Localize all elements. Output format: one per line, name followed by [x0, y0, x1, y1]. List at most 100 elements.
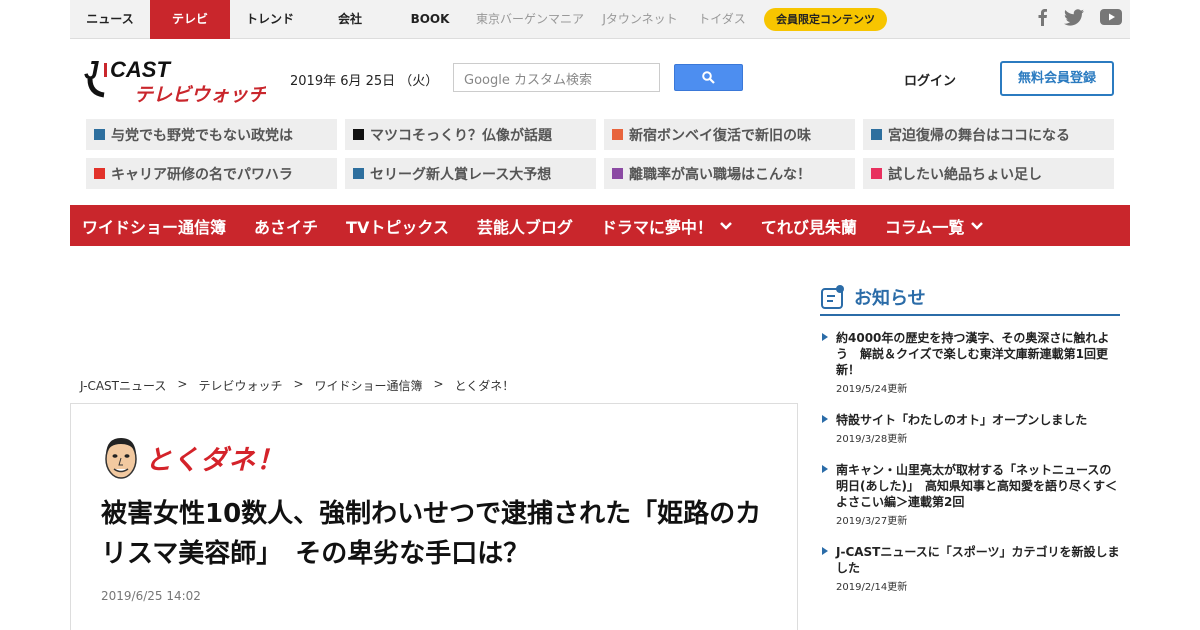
- notice-item-date: 2019/3/28更新: [836, 434, 908, 445]
- menu-item-label: ドラマに夢中！: [600, 217, 713, 237]
- breadcrumb-separator: >: [433, 377, 444, 391]
- notice-item-date: 2019/2/14更新: [836, 582, 908, 593]
- topic-label: 与党でも野党でもない政党は: [111, 127, 293, 144]
- menu-item[interactable]: てれび見朱蘭: [761, 214, 857, 238]
- notice-header: お知らせ: [820, 280, 1120, 316]
- topic-label: マツコそっくり？仏像が話題: [370, 127, 552, 144]
- topic-marker: [94, 129, 105, 140]
- show-name: とくダネ！: [145, 444, 285, 476]
- site-header: J CAST テレビウォッチ 2019年 6月 25日 （火） Google カ…: [70, 39, 1130, 119]
- show-logo[interactable]: とくダネ！: [103, 434, 284, 480]
- notice-item-date: 2019/5/24更新: [836, 384, 908, 395]
- notice-item[interactable]: 特設サイト「わたしのオト」オープンしました 2019/3/28更新: [820, 412, 1120, 445]
- topic-label: 試したい絶品ちょい足し: [888, 166, 1042, 183]
- svg-text:テレビウォッチ: テレビウォッチ: [134, 84, 266, 106]
- chevron-down-icon: [720, 221, 732, 230]
- site-logo[interactable]: J CAST テレビウォッチ: [84, 55, 268, 107]
- article-card: とくダネ！ 被害女性10数人、強制わいせつで逮捕された「姫路のカリスマ美容師」 …: [70, 403, 798, 630]
- notice-title: お知らせ: [854, 288, 926, 309]
- youtube-icon[interactable]: [1100, 9, 1122, 25]
- triangle-right-icon: [822, 547, 828, 555]
- topic-link[interactable]: 宮迫復帰の舞台はココになる: [863, 119, 1114, 150]
- menu-item-label: コラム一覧: [884, 217, 965, 237]
- menu-item-label: ワイドショー通信簿: [82, 217, 227, 237]
- topic-marker: [871, 168, 882, 179]
- topic-label: 新宿ボンベイ復活で新旧の味: [629, 127, 811, 144]
- notice-icon: [821, 285, 844, 309]
- search-button[interactable]: [674, 64, 743, 91]
- triangle-right-icon: [822, 465, 828, 473]
- topic-label: キャリア研修の名でパワハラ: [111, 166, 293, 183]
- topic-label: 宮迫復帰の舞台はココになる: [888, 127, 1070, 144]
- breadcrumb-link[interactable]: とくダネ！: [455, 377, 515, 394]
- menu-item[interactable]: TVトピックス: [346, 214, 449, 238]
- breadcrumb-link[interactable]: ワイドショー通信簿: [315, 377, 423, 394]
- nav-trend[interactable]: トレンド: [230, 0, 310, 39]
- menu-item-label: TVトピックス: [346, 217, 449, 237]
- notice-item[interactable]: 南キャン・山里亮太が取材する「ネットニュースの明日(あした)」 高知県知事と高知…: [820, 462, 1120, 527]
- trending-topics: 与党でも野党でもない政党は マツコそっくり？仏像が話題 新宿ボンベイ復活で新旧の味 宮…: [86, 119, 1114, 189]
- notice-item-title[interactable]: J-CASTニュースに「スポーツ」カテゴリを新設しました: [836, 544, 1120, 576]
- nav-news[interactable]: ニュース: [70, 0, 150, 39]
- menu-item[interactable]: ドラマに夢中！: [601, 214, 733, 238]
- nav-book[interactable]: BOOK: [390, 0, 470, 39]
- breadcrumb-separator: >: [177, 377, 188, 391]
- nav-j-town[interactable]: Jタウンネット: [590, 0, 690, 39]
- menu-item[interactable]: ワイドショー通信簿: [82, 214, 226, 238]
- notice-item-title[interactable]: 南キャン・山里亮太が取材する「ネットニュースの明日(あした)」 高知県知事と高知…: [836, 462, 1120, 510]
- topic-marker: [612, 168, 623, 179]
- triangle-right-icon: [822, 415, 828, 423]
- breadcrumb: J-CASTニュース > テレビウォッチ > ワイドショー通信簿 > とくダネ！: [80, 377, 514, 394]
- menu-item-label: あさイチ: [254, 217, 319, 237]
- menu-item[interactable]: あさイチ: [254, 214, 318, 238]
- notice-item-title[interactable]: 約4000年の歴史を持つ漢字、その奥深さに触れよう 解説＆クイズで楽しむ東洋文庫…: [836, 330, 1120, 378]
- category-menu: ワイドショー通信簿 あさイチ TVトピックス 芸能人ブログ ドラマに夢中！ てれび見朱蘭 コ…: [70, 205, 1130, 246]
- menu-item-label: てれび見朱蘭: [760, 217, 857, 237]
- breadcrumb-link[interactable]: テレビウォッチ: [198, 377, 282, 394]
- triangle-right-icon: [822, 333, 828, 341]
- login-link[interactable]: ログイン: [904, 70, 956, 89]
- nav-toidasu[interactable]: トイダス: [690, 0, 754, 39]
- topic-marker: [871, 129, 882, 140]
- breadcrumb-link[interactable]: J-CASTニュース: [80, 377, 166, 394]
- notice-sidebar: お知らせ 約4000年の歴史を持つ漢字、その奥深さに触れよう 解説＆クイズで楽し…: [820, 280, 1120, 610]
- notice-item-title[interactable]: 特設サイト「わたしのオト」オープンしました: [836, 412, 1120, 428]
- member-content-button[interactable]: 会員限定コンテンツ: [764, 7, 887, 31]
- topic-link[interactable]: 与党でも野党でもない政党は: [86, 119, 337, 150]
- menu-item[interactable]: 芸能人ブログ: [477, 214, 573, 238]
- top-navigation: ニュース テレビ トレンド 会社 BOOK 東京バーゲンマニア Jタウンネット …: [70, 0, 1130, 39]
- nav-company[interactable]: 会社: [310, 0, 390, 39]
- current-date: 2019年 6月 25日 （火）: [290, 74, 439, 89]
- topic-link[interactable]: 離職率が高い職場はこんな！: [604, 158, 855, 189]
- twitter-icon[interactable]: [1064, 8, 1084, 26]
- social-links: [1036, 8, 1122, 26]
- article-date: 2019/6/25 14:02: [101, 589, 201, 603]
- topic-link[interactable]: 試したい絶品ちょい足し: [863, 158, 1114, 189]
- topic-label: セリーグ新人賞レース大予想: [370, 166, 552, 183]
- search-input[interactable]: Google カスタム検索: [453, 63, 660, 92]
- menu-item[interactable]: コラム一覧: [885, 214, 985, 238]
- menu-item-label: 芸能人ブログ: [476, 217, 573, 237]
- topic-label: 離職率が高い職場はこんな！: [629, 166, 811, 183]
- notice-list: 約4000年の歴史を持つ漢字、その奥深さに触れよう 解説＆クイズで楽しむ東洋文庫…: [820, 330, 1120, 593]
- notice-item-date: 2019/3/27更新: [836, 516, 908, 527]
- notice-item[interactable]: J-CASTニュースに「スポーツ」カテゴリを新設しました 2019/2/14更新: [820, 544, 1120, 593]
- svg-text:CAST: CAST: [110, 57, 171, 82]
- nav-tv[interactable]: テレビ: [150, 0, 230, 39]
- chevron-down-icon: [971, 221, 984, 230]
- register-button[interactable]: 無料会員登録: [1000, 61, 1114, 96]
- nav-tokyo-bargain[interactable]: 東京バーゲンマニア: [470, 0, 590, 39]
- breadcrumb-separator: >: [293, 377, 304, 391]
- topic-marker: [353, 168, 364, 179]
- topic-marker: [353, 129, 364, 140]
- topic-marker: [94, 168, 105, 179]
- topic-link[interactable]: キャリア研修の名でパワハラ: [86, 158, 337, 189]
- search-icon: [702, 71, 715, 84]
- topic-link[interactable]: マツコそっくり？仏像が話題: [345, 119, 596, 150]
- topic-link[interactable]: 新宿ボンベイ復活で新旧の味: [604, 119, 855, 150]
- topic-link[interactable]: セリーグ新人賞レース大予想: [345, 158, 596, 189]
- facebook-icon[interactable]: [1036, 8, 1048, 26]
- topic-marker: [612, 129, 623, 140]
- host-face-icon: [105, 438, 137, 479]
- notice-item[interactable]: 約4000年の歴史を持つ漢字、その奥深さに触れよう 解説＆クイズで楽しむ東洋文庫…: [820, 330, 1120, 395]
